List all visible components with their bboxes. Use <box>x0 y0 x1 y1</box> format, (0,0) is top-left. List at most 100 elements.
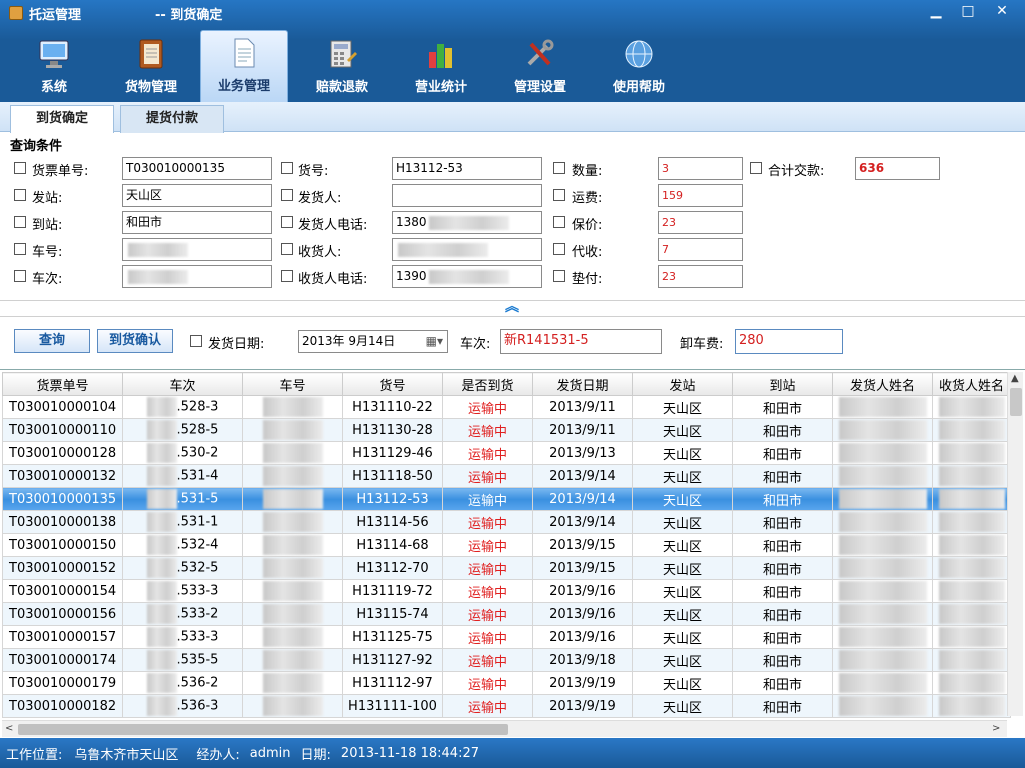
toolbar-button-3[interactable]: 赔款退款 <box>298 32 386 100</box>
receiver-phone-checkbox[interactable] <box>281 270 293 282</box>
unload-fee-input[interactable]: 280 <box>735 329 843 354</box>
column-header[interactable]: 收货人姓名 <box>932 372 1011 396</box>
vehicle-no-input[interactable] <box>122 238 272 261</box>
query-button[interactable]: 查询 <box>14 329 90 353</box>
toolbar-button-label: 赔款退款 <box>315 80 368 95</box>
table-cell: T030010000104 <box>2 395 123 419</box>
vehicle-no-checkbox[interactable] <box>14 243 26 255</box>
column-header[interactable]: 货号 <box>342 372 443 396</box>
collect-on-delivery-checkbox[interactable] <box>553 243 565 255</box>
close-button[interactable]: ✕ <box>987 0 1017 22</box>
advance-payment-input[interactable]: 23 <box>658 265 743 288</box>
table-row[interactable]: T030010000132 .531-4 H131118-50 运输中 2013/9/1… <box>2 464 1011 488</box>
scroll-right-icon[interactable]: > <box>992 723 1000 734</box>
horizontal-scroll-thumb[interactable] <box>18 724 508 735</box>
table-cell: 天山区 <box>632 671 733 695</box>
table-row[interactable]: T030010000135 .531-5 H13112-53 运输中 2013/9/14… <box>2 487 1011 511</box>
waybill-checkbox[interactable] <box>14 162 26 174</box>
column-header[interactable]: 车次 <box>122 372 243 396</box>
table-cell: H131111-100 <box>342 694 443 718</box>
ship-date-picker[interactable]: 2013年 9月14日 ▦▾ <box>298 330 448 353</box>
total-payment-checkbox[interactable] <box>750 162 762 174</box>
table-cell: H131118-50 <box>342 464 443 488</box>
ship-date-checkbox[interactable] <box>190 335 202 347</box>
table-row[interactable]: T030010000152 .532-5 H13112-70 运输中 2013/9/15… <box>2 556 1011 580</box>
cell-text: .531-4 <box>176 468 219 484</box>
cell-text: 和田市 <box>762 608 802 624</box>
origin-station-checkbox[interactable] <box>14 189 26 201</box>
quantity-checkbox[interactable] <box>553 162 565 174</box>
toolbar-button-6[interactable]: 使用帮助 <box>595 32 683 100</box>
goods-no-input[interactable]: H13112-53 <box>392 157 542 180</box>
sender-phone-checkbox[interactable] <box>281 216 293 228</box>
horizontal-scrollbar[interactable]: < > <box>2 720 1007 737</box>
table-row[interactable]: T030010000179 .536-2 H131112-97 运输中 2013/9/1… <box>2 671 1011 695</box>
sender-input[interactable] <box>392 184 542 207</box>
tab-pickup-payment[interactable]: 提货付款 <box>120 105 224 133</box>
column-header[interactable]: 货票单号 <box>2 372 123 396</box>
table-row[interactable]: T030010000174 .535-5 H131127-92 运输中 2013/9/1… <box>2 648 1011 672</box>
quantity-input[interactable]: 3 <box>658 157 743 180</box>
receiver-checkbox[interactable] <box>281 243 293 255</box>
redacted-text <box>262 397 323 417</box>
column-header[interactable]: 车号 <box>242 372 343 396</box>
column-header[interactable]: 发货人姓名 <box>832 372 933 396</box>
goods-no-checkbox[interactable] <box>281 162 293 174</box>
arrival-confirm-button[interactable]: 到货确认 <box>97 329 173 353</box>
origin-station-input[interactable]: 天山区 <box>122 184 272 207</box>
toolbar-button-0[interactable]: 系统 <box>10 32 98 100</box>
tab-arrival-confirm[interactable]: 到货确定 <box>10 105 114 133</box>
toolbar-button-5[interactable]: 管理设置 <box>496 32 584 100</box>
table-cell: T030010000138 <box>2 510 123 534</box>
cell-text: .536-3 <box>176 698 219 714</box>
table-row[interactable]: T030010000156 .533-2 H13115-74 运输中 2013/9/16… <box>2 602 1011 626</box>
table-row[interactable]: T030010000154 .533-3 H131119-72 运输中 2013/9/1… <box>2 579 1011 603</box>
sender-phone-input[interactable]: 1380 <box>392 211 542 234</box>
table-row[interactable]: T030010000138 .531-1 H13114-56 运输中 2013/9/14… <box>2 510 1011 534</box>
table-row[interactable]: T030010000110 .528-5 H131130-28 运输中 2013/9/1… <box>2 418 1011 442</box>
table-row[interactable]: T030010000104 .528-3 H131110-22 运输中 2013/9/1… <box>2 395 1011 419</box>
freight-input[interactable]: 159 <box>658 184 743 207</box>
column-header[interactable]: 到站 <box>732 372 833 396</box>
insurance-checkbox[interactable] <box>553 216 565 228</box>
sender-checkbox[interactable] <box>281 189 293 201</box>
trip-no-input[interactable] <box>122 265 272 288</box>
scroll-up-icon[interactable]: ▲ <box>1011 373 1019 384</box>
collect-on-delivery-input[interactable]: 7 <box>658 238 743 261</box>
freight-label: 运费: <box>572 191 603 206</box>
vertical-scrollbar[interactable]: ▲ <box>1007 372 1023 716</box>
table-cell: H131127-92 <box>342 648 443 672</box>
dest-station-input[interactable]: 和田市 <box>122 211 272 234</box>
table-row[interactable]: T030010000182 .536-3 H131111-100 运输中 2013/9/… <box>2 694 1011 718</box>
total-payment-input[interactable]: 636 <box>855 157 940 180</box>
scroll-left-icon[interactable]: < <box>5 723 13 734</box>
title-bar[interactable]: 托运管理 -- 到货确定 ▁ □ ✕ <box>0 0 1025 26</box>
receiver-input[interactable] <box>392 238 542 261</box>
column-header[interactable]: 发货日期 <box>532 372 633 396</box>
trip-no-checkbox[interactable] <box>14 270 26 282</box>
table-row[interactable]: T030010000157 .533-3 H131125-75 运输中 2013/9/1… <box>2 625 1011 649</box>
table-row[interactable]: T030010000150 .532-4 H13114-68 运输中 2013/9/15… <box>2 533 1011 557</box>
calendar-dropdown-icon[interactable]: ▦▾ <box>426 331 443 352</box>
column-header[interactable]: 发站 <box>632 372 733 396</box>
table-row[interactable]: T030010000128 .530-2 H131129-46 运输中 2013/9/1… <box>2 441 1011 465</box>
dest-station-checkbox[interactable] <box>14 216 26 228</box>
toolbar-button-2[interactable]: 业务管理 <box>200 30 288 104</box>
advance-payment-checkbox[interactable] <box>553 270 565 282</box>
table-cell: 2013/9/16 <box>532 602 633 626</box>
table-cell: 运输中 <box>442 648 533 672</box>
minimize-button[interactable]: ▁ <box>921 0 951 22</box>
ship-date-label: 发货日期: <box>208 337 265 352</box>
column-header[interactable]: 是否到货 <box>442 372 533 396</box>
insurance-input[interactable]: 23 <box>658 211 743 234</box>
table-cell <box>242 487 343 511</box>
freight-checkbox[interactable] <box>553 189 565 201</box>
toolbar-button-1[interactable]: 货物管理 <box>107 32 195 100</box>
toolbar-button-4[interactable]: 营业统计 <box>397 32 485 100</box>
waybill-input[interactable]: T030010000135 <box>122 157 272 180</box>
vertical-scroll-thumb[interactable] <box>1010 388 1022 416</box>
collapse-chevron-icon[interactable]: ︽ <box>500 300 524 315</box>
maximize-button[interactable]: □ <box>953 0 983 22</box>
trip-input[interactable]: 新R141531-5 <box>500 329 662 354</box>
receiver-phone-input[interactable]: 1390 <box>392 265 542 288</box>
